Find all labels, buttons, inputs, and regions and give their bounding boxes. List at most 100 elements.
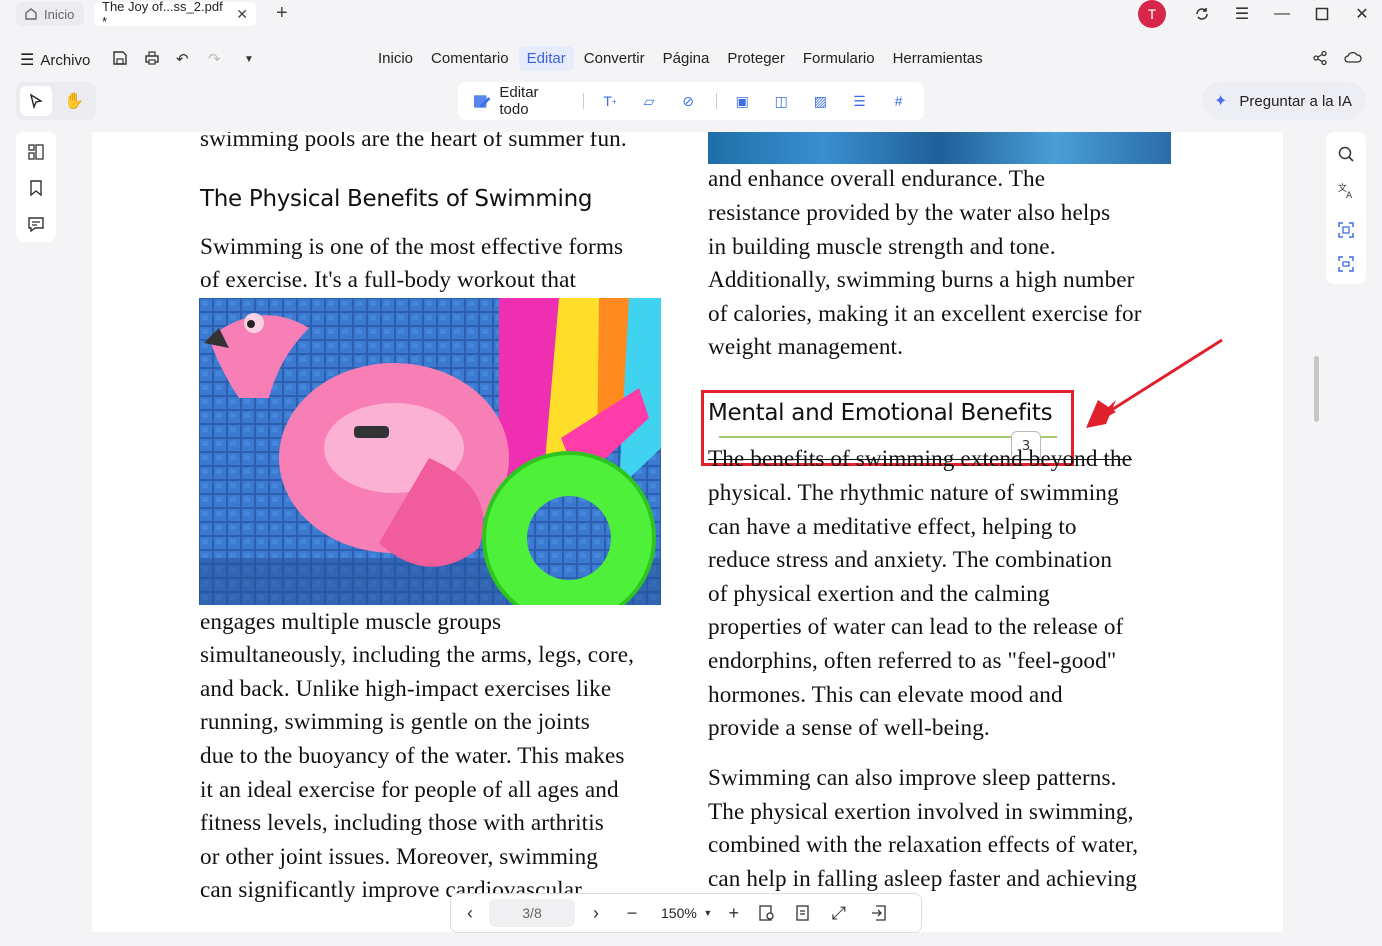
close-window-icon[interactable]: ✕ <box>1350 2 1374 26</box>
tab-home-label: Inicio <box>44 6 75 22</box>
search-icon[interactable] <box>1336 144 1356 164</box>
title-bar: Inicio The Joy of...ss_2.pdf * ✕ + T ☰ —… <box>0 0 1382 29</box>
page-indicator[interactable]: 3/8 <box>489 899 575 927</box>
avatar[interactable]: T <box>1138 0 1166 28</box>
fit-page-icon[interactable] <box>749 904 785 922</box>
page-navigation-bar: ‹ 3/8 › − 150% ▼ + ⤢ <box>450 893 922 933</box>
hamburger-icon: ☰ <box>20 52 35 69</box>
menu-herramientas[interactable]: Herramientas <box>885 46 991 71</box>
body-text-line: physical. The rhythmic nature of swimmin… <box>708 480 1119 506</box>
edit-all-icon[interactable] <box>472 91 491 111</box>
menu-icon[interactable]: ☰ <box>1230 2 1254 26</box>
menu-pagina[interactable]: Página <box>655 46 718 71</box>
hand-tool-button[interactable]: ✋ <box>58 86 90 116</box>
vertical-scrollbar[interactable] <box>1314 356 1319 422</box>
right-sidebar: 文A <box>1326 132 1366 284</box>
pool-floats-image[interactable] <box>199 298 661 605</box>
body-text-line: Additionally, swimming burns a high numb… <box>708 267 1135 293</box>
body-text-line: of calories, making it an excellent exer… <box>708 301 1142 327</box>
save-icon[interactable] <box>112 50 128 70</box>
quick-access-dropdown-icon[interactable]: ▼ <box>244 54 254 65</box>
body-text-line: Swimming is one of the most effective fo… <box>200 234 624 260</box>
menu-convertir[interactable]: Convertir <box>576 46 653 71</box>
zoom-in-icon[interactable]: + <box>719 903 749 924</box>
watermark-icon[interactable]: ▣ <box>729 91 756 111</box>
zoom-dropdown-icon[interactable]: ▼ <box>697 908 719 918</box>
fullscreen-icon[interactable]: ⤢ <box>821 903 857 924</box>
body-text-line: fitness levels, including those with art… <box>200 810 604 836</box>
tool-row: ✋ Editar todo T + ▱ ⊘ ▣ ◫ ▨ ☰ # ✦ Pregunt… <box>0 80 1382 124</box>
section-heading-physical: The Physical Benefits of Swimming <box>200 186 593 212</box>
select-mode-group: ✋ <box>16 82 96 120</box>
main-menu: Inicio Comentario Editar Convertir Págin… <box>370 46 991 71</box>
body-text-line: it an ideal exercise for people of all a… <box>200 777 619 803</box>
menu-comentario[interactable]: Comentario <box>423 46 517 71</box>
body-text-line: The benefits of swimming extend beyond t… <box>708 446 1133 472</box>
toolbar-divider <box>583 93 585 109</box>
bookmark-icon[interactable] <box>26 178 46 198</box>
add-link-icon[interactable]: ⊘ <box>675 91 702 111</box>
body-text-line: hormones. This can elevate mood and <box>708 682 1063 708</box>
document-page: swimming pools are the heart of summer f… <box>92 132 1283 932</box>
comments-icon[interactable] <box>26 214 46 234</box>
body-text-line: can help in falling asleep faster and ac… <box>708 866 1137 892</box>
redact-icon[interactable]: ▨ <box>807 91 834 111</box>
body-text-line: swimming pools are the heart of summer f… <box>200 132 627 152</box>
body-text-line: and enhance overall endurance. The <box>708 166 1046 192</box>
sync-icon[interactable] <box>1190 2 1214 26</box>
body-text-line: engages multiple muscle groups <box>200 609 502 635</box>
translate-icon[interactable]: 文A <box>1336 180 1356 200</box>
menu-proteger[interactable]: Proteger <box>719 46 793 71</box>
redo-icon[interactable]: ↷ <box>208 50 221 68</box>
minimize-icon[interactable]: — <box>1270 2 1294 26</box>
share-icon[interactable] <box>1312 50 1328 70</box>
ask-ai-label: Preguntar a la IA <box>1239 92 1352 110</box>
maximize-icon[interactable] <box>1310 2 1334 26</box>
body-text-line: simultaneously, including the arms, legs… <box>200 642 635 668</box>
body-text-line: or other joint issues. Moreover, swimmin… <box>200 844 598 870</box>
tab-home[interactable]: Inicio <box>16 2 84 26</box>
body-text-line: provide a sense of well-being. <box>708 715 990 741</box>
undo-icon[interactable]: ↶ <box>176 50 189 68</box>
menu-formulario[interactable]: Formulario <box>795 46 883 71</box>
ai-sparkle-icon: ✦ <box>1214 93 1228 110</box>
edit-toolbar: Editar todo T + ▱ ⊘ ▣ ◫ ▨ ☰ # <box>458 82 924 120</box>
prev-page-icon[interactable]: ‹ <box>451 903 489 924</box>
body-text-line: of physical exertion and the calming <box>708 581 1050 607</box>
body-text-line: of exercise. It's a full-body workout th… <box>200 267 577 293</box>
exit-icon[interactable] <box>857 904 901 922</box>
page-view-icon[interactable] <box>785 904 821 922</box>
menu-bar: ☰ Archivo ↶ ↷ ▼ Inicio Comentario Editar… <box>0 42 1382 76</box>
body-text-line: running, swimming is gentle on the joint… <box>200 709 590 735</box>
zoom-level[interactable]: 150% <box>661 905 697 921</box>
screenshot-icon[interactable] <box>1336 254 1356 274</box>
body-text-line: can have a meditative effect, helping to <box>708 514 1077 540</box>
menu-inicio[interactable]: Inicio <box>370 46 421 71</box>
select-tool-button[interactable] <box>20 86 52 116</box>
new-tab-button[interactable]: + <box>276 2 288 24</box>
add-image-icon[interactable]: ▱ <box>636 91 663 111</box>
cloud-icon[interactable] <box>1344 50 1362 70</box>
ocr-icon[interactable] <box>1336 220 1356 240</box>
close-tab-icon[interactable]: ✕ <box>236 6 248 23</box>
body-text-line: weight management. <box>708 334 903 360</box>
file-menu[interactable]: ☰ Archivo <box>20 50 90 70</box>
header-footer-icon[interactable]: ☰ <box>846 91 873 111</box>
ask-ai-button[interactable]: ✦ Preguntar a la IA <box>1202 82 1366 120</box>
next-page-icon[interactable]: › <box>575 903 617 924</box>
zoom-out-icon[interactable]: − <box>617 903 647 924</box>
menu-editar[interactable]: Editar <box>518 46 574 71</box>
tab-document[interactable]: The Joy of...ss_2.pdf * ✕ <box>94 0 256 29</box>
body-text-line: due to the buoyancy of the water. This m… <box>200 743 625 769</box>
body-text-line: in building muscle strength and tone. <box>708 234 1056 260</box>
add-text-icon[interactable]: T + <box>596 91 623 111</box>
edit-all-button[interactable]: Editar todo <box>499 84 569 118</box>
hand-icon: ✋ <box>64 93 84 110</box>
print-icon[interactable] <box>144 50 160 70</box>
bates-number-icon[interactable]: # <box>885 91 912 111</box>
body-text-line: and back. Unlike high-impact exercises l… <box>200 676 612 702</box>
pool-water-image[interactable] <box>708 132 1171 164</box>
background-icon[interactable]: ◫ <box>768 91 795 111</box>
cursor-arrow-icon <box>29 93 43 109</box>
thumbnails-icon[interactable] <box>26 142 46 162</box>
